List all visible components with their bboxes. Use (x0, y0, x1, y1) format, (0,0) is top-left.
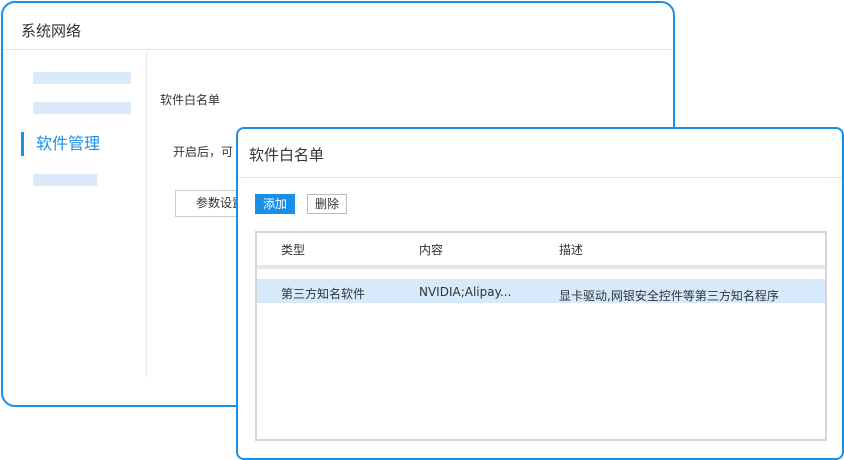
window-title-bar: 系统网络 (3, 3, 673, 50)
sidebar-item-placeholder[interactable] (33, 174, 97, 186)
cell-description: 显卡驱动,网银安全控件等第三方知名程序 (559, 289, 779, 303)
table-header: 类型 内容 描述 (257, 233, 825, 269)
sidebar-item-software-management[interactable]: 软件管理 (21, 132, 100, 156)
column-header-type[interactable]: 类型 (281, 241, 305, 258)
cell-type: 第三方知名软件 (281, 287, 366, 301)
table-row[interactable]: 第三方知名软件 NVIDIA;Alipay... 显卡驱动,网银安全控件等第三方… (257, 279, 825, 303)
dialog-title-bar: 软件白名单 (238, 129, 842, 178)
whitelist-table: 类型 内容 描述 第三方知名软件 NVIDIA;Alipay... 显卡驱动,网… (255, 231, 827, 441)
column-header-content[interactable]: 内容 (419, 241, 443, 258)
column-header-description[interactable]: 描述 (559, 241, 583, 258)
cell-content: NVIDIA;Alipay... (419, 285, 512, 299)
sidebar-item-placeholder[interactable] (33, 102, 131, 114)
window-title: 系统网络 (21, 22, 82, 40)
sidebar: 软件管理 (3, 51, 147, 377)
dialog-title: 软件白名单 (249, 146, 325, 164)
section-heading: 软件白名单 (160, 93, 221, 107)
sidebar-item-placeholder[interactable] (33, 72, 131, 84)
software-whitelist-dialog: 软件白名单 添加 删除 类型 内容 描述 第三方知名软件 NVIDIA;Alip… (236, 127, 844, 460)
add-button[interactable]: 添加 (255, 194, 295, 214)
section-description: 开启后，可 (173, 145, 234, 159)
delete-button[interactable]: 删除 (307, 194, 347, 214)
